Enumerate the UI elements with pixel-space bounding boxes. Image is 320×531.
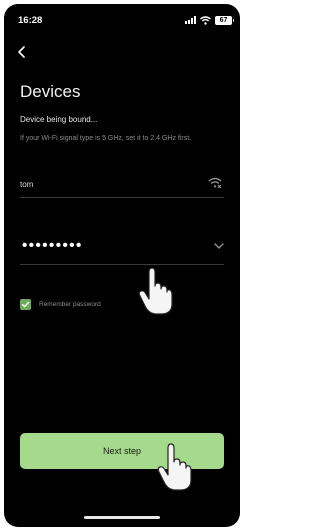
password-field[interactable]: ••••••••• — [20, 230, 224, 265]
wifi-status-icon — [200, 15, 211, 25]
remember-password-label: Remember password — [39, 300, 101, 308]
phone-screen: 16:28 67 Devices Device being bound... I… — [4, 4, 240, 527]
wifi-name-value: tom — [20, 180, 34, 189]
hand-pointer-icon — [138, 267, 173, 315]
status-icons: 67 — [185, 15, 234, 25]
next-step-label: Next step — [102, 446, 142, 456]
hand-pointer-icon — [157, 443, 192, 491]
chevron-down-icon[interactable] — [214, 242, 224, 250]
signal-icon — [185, 16, 196, 24]
wifi-icon[interactable] — [208, 177, 222, 189]
wifi-name-field[interactable]: tom — [20, 167, 224, 198]
battery-icon: 67 — [215, 15, 234, 25]
home-indicator[interactable] — [84, 516, 160, 519]
binding-status-text: Device being bound... — [20, 115, 98, 124]
check-icon — [21, 301, 30, 307]
back-button[interactable] — [14, 44, 30, 60]
wifi-hint-text: If your Wi-Fi signal type is 5 GHz, set … — [20, 135, 192, 142]
page-title: Devices — [20, 82, 81, 101]
status-time: 16:28 — [18, 15, 43, 26]
status-bar: 16:28 67 — [4, 4, 240, 32]
remember-password-checkbox[interactable] — [20, 298, 31, 310]
remember-password-row[interactable]: Remember password — [20, 298, 101, 310]
password-value: ••••••••• — [22, 237, 83, 254]
next-step-button[interactable]: Next step — [20, 433, 224, 469]
